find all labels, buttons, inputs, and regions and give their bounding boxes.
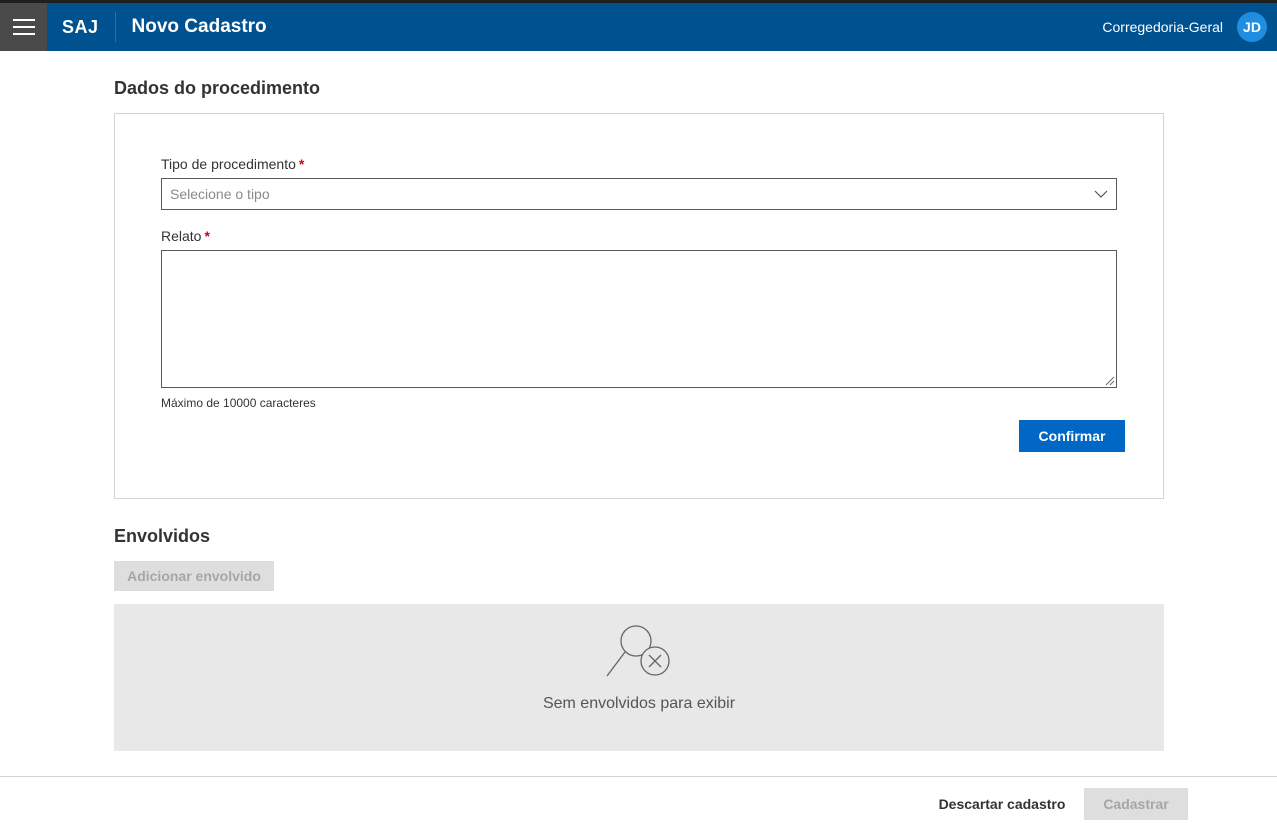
search-not-found-icon (606, 625, 670, 677)
confirm-button[interactable]: Confirmar (1019, 420, 1125, 452)
relato-label: Relato * (161, 228, 210, 244)
hamburger-menu-icon[interactable] (0, 3, 47, 51)
tipo-procedimento-select[interactable]: Selecione o tipo (161, 178, 1117, 210)
chevron-down-icon (1094, 190, 1108, 198)
submit-button[interactable]: Cadastrar (1084, 788, 1188, 820)
procedimento-form-panel: Tipo de procedimento * Selecione o tipo R… (114, 113, 1164, 499)
footer-action-bar: Descartar cadastro Cadastrar (0, 776, 1277, 826)
org-name[interactable]: Corregedoria-Geral (1102, 19, 1223, 35)
top-app-bar: SAJ Novo Cadastro Corregedoria-Geral JD (0, 0, 1277, 51)
relato-char-limit-hint: Máximo de 10000 caracteres (161, 396, 316, 410)
discard-button[interactable]: Descartar cadastro (920, 788, 1084, 820)
required-mark: * (298, 156, 305, 172)
relato-textarea[interactable] (161, 250, 1117, 388)
empty-state-message: Sem envolvidos para exibir (542, 695, 736, 712)
menu-line (12, 19, 35, 21)
menu-line (12, 33, 35, 35)
user-avatar[interactable]: JD (1237, 12, 1267, 42)
section-title-envolvidos: Envolvidos (114, 526, 211, 546)
relato-label-text: Relato (161, 228, 202, 244)
required-mark: * (204, 228, 210, 244)
app-logo[interactable]: SAJ (47, 12, 116, 42)
user-area: Corregedoria-Geral JD (1102, 12, 1277, 42)
add-envolvido-button[interactable]: Adicionar envolvido (114, 561, 274, 591)
tipo-procedimento-label: Tipo de procedimento * (161, 156, 304, 172)
envolvidos-empty-state: Sem envolvidos para exibir (114, 604, 1164, 751)
menu-line (12, 26, 35, 28)
section-title-procedimento: Dados do procedimento (114, 78, 321, 98)
tipo-procedimento-placeholder: Selecione o tipo (170, 186, 270, 202)
page-title: Novo Cadastro (131, 16, 267, 37)
tipo-procedimento-label-text: Tipo de procedimento (161, 156, 296, 172)
